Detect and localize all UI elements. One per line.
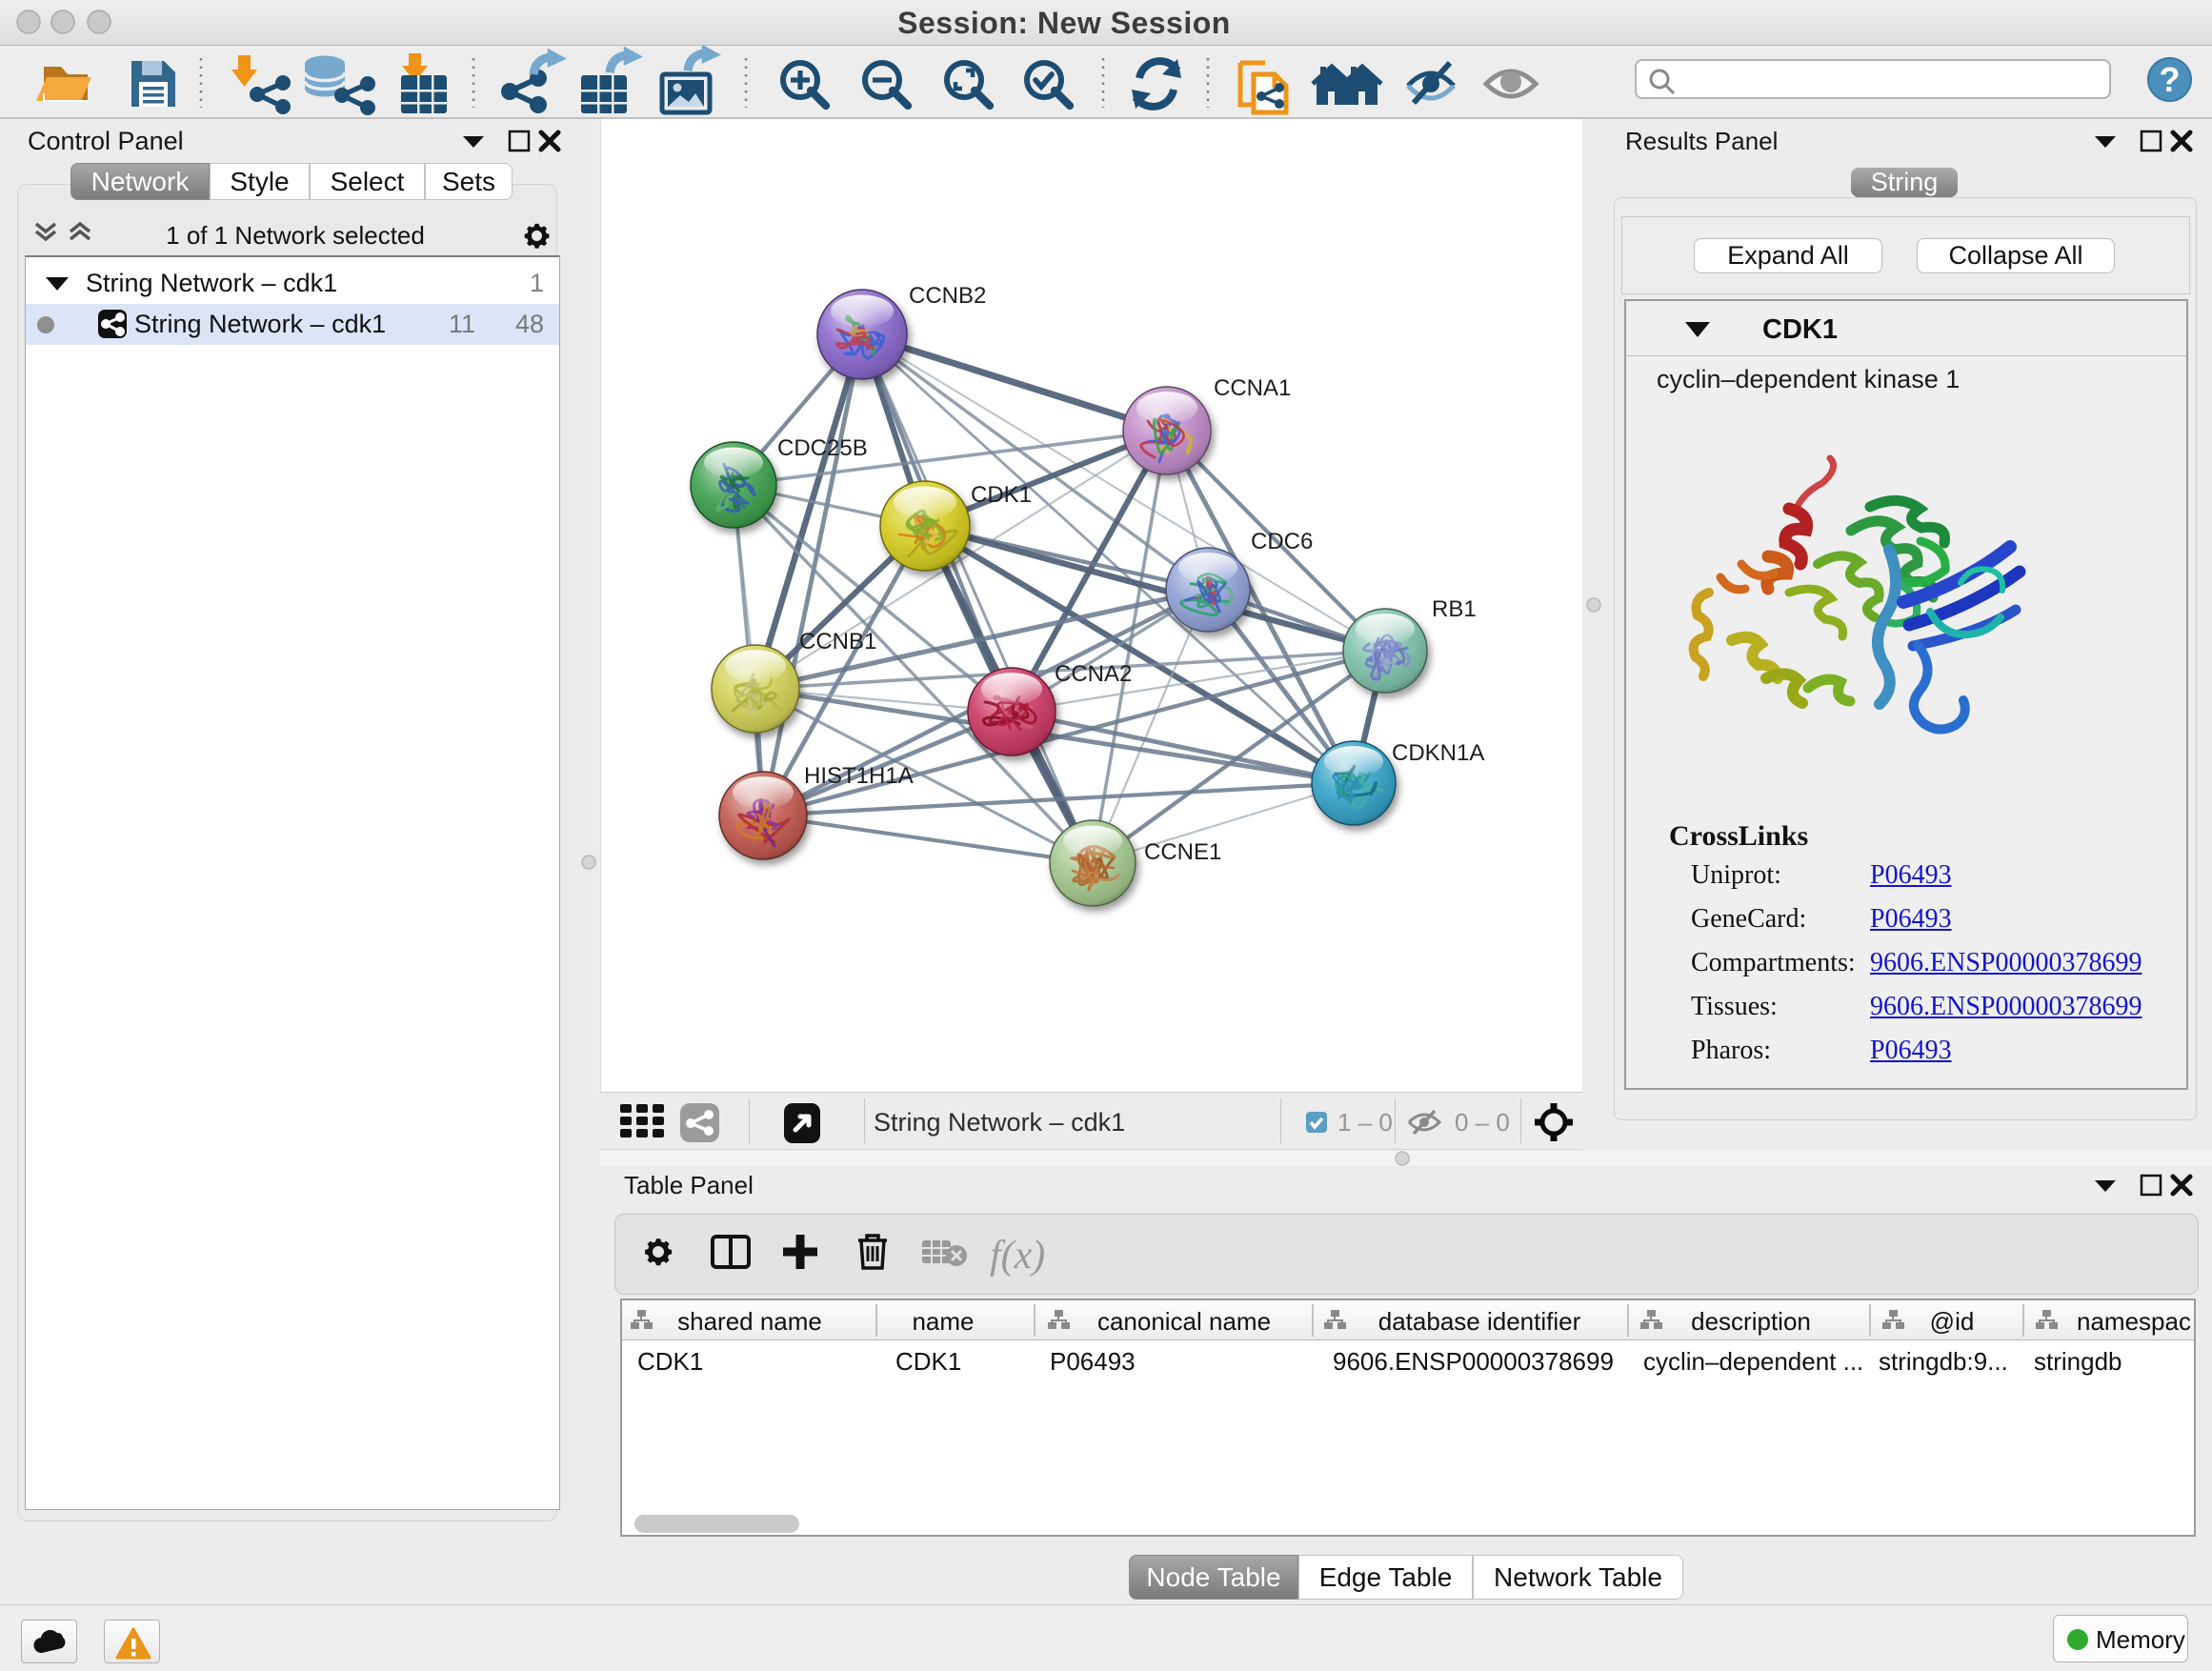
svg-text:CDC6: CDC6 xyxy=(1251,529,1313,554)
svg-text:CDKN1A: CDKN1A xyxy=(1392,740,1484,766)
svg-text:CDK1: CDK1 xyxy=(971,482,1032,508)
svg-text:CCNA1: CCNA1 xyxy=(1214,375,1291,401)
svg-text:CCNB1: CCNB1 xyxy=(799,629,876,654)
svg-text:CCNE1: CCNE1 xyxy=(1144,839,1221,865)
svg-text:RB1: RB1 xyxy=(1432,596,1477,622)
svg-text:CCNB2: CCNB2 xyxy=(909,283,986,309)
svg-text:CDC25B: CDC25B xyxy=(777,435,868,461)
svg-text:HIST1H1A: HIST1H1A xyxy=(804,763,914,789)
svg-text:CCNA2: CCNA2 xyxy=(1055,661,1132,687)
